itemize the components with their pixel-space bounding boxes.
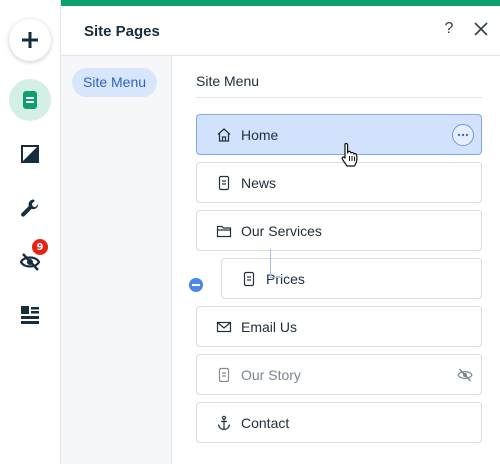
design-icon [21, 145, 39, 163]
page-item-our-services[interactable]: Our Services [196, 210, 482, 251]
page-label: News [241, 175, 277, 191]
tab-site-menu[interactable]: Site Menu [72, 68, 158, 97]
page-item-prices[interactable]: Prices [221, 258, 482, 299]
page-icon [218, 367, 230, 383]
page-label: Our Story [241, 367, 301, 383]
plus-icon [22, 32, 38, 48]
more-icon [457, 133, 469, 137]
folder-icon [216, 225, 232, 238]
site-menu-heading: Site Menu [196, 73, 260, 89]
close-icon[interactable] [473, 21, 489, 37]
mail-icon [216, 321, 232, 333]
panel-header: Site Pages ? [61, 6, 500, 56]
more-actions-button[interactable] [452, 124, 474, 146]
hidden-eye-icon [19, 253, 41, 271]
page-item-home[interactable]: Home [196, 114, 482, 155]
pages-icon [23, 91, 37, 109]
wrench-icon [21, 199, 39, 217]
page-item-our-story[interactable]: Our Story [196, 354, 482, 395]
hidden-elements-button[interactable]: 9 [9, 239, 51, 283]
help-button[interactable]: ? [441, 20, 457, 38]
page-item-contact[interactable]: Contact [196, 402, 482, 443]
collapse-subpages-button[interactable] [189, 278, 203, 292]
page-label: Contact [241, 415, 290, 431]
hidden-page-eye-icon[interactable] [457, 368, 473, 382]
home-icon [217, 128, 231, 142]
add-button[interactable] [9, 19, 51, 61]
minus-icon [192, 284, 200, 286]
panel-sidebar: Site Menu [61, 56, 172, 464]
page-label: Email Us [241, 319, 298, 335]
tree-connector [270, 249, 271, 278]
page-icon [218, 175, 230, 191]
site-pages-panel: Site Pages ? Site Menu Site Menu Home Ne… [61, 0, 500, 464]
settings-button[interactable] [9, 187, 51, 229]
site-menu-list: Site Menu Home News Our Services Prices … [172, 56, 500, 464]
page-label: Prices [266, 271, 305, 287]
pages-button[interactable] [9, 79, 51, 121]
page-label: Our Services [241, 223, 322, 239]
page-item-news[interactable]: News [196, 162, 482, 203]
design-button[interactable] [9, 133, 51, 175]
tree-connector [270, 277, 283, 278]
layout-button[interactable] [9, 294, 51, 336]
page-icon [243, 271, 255, 287]
divider [196, 97, 482, 98]
left-toolbar: 9 [0, 0, 61, 464]
notification-badge: 9 [32, 239, 48, 255]
page-label: Home [241, 127, 279, 143]
page-item-email-us[interactable]: Email Us [196, 306, 482, 347]
panel-title: Site Pages [84, 23, 160, 40]
layout-icon [21, 306, 39, 324]
anchor-icon [217, 415, 231, 431]
